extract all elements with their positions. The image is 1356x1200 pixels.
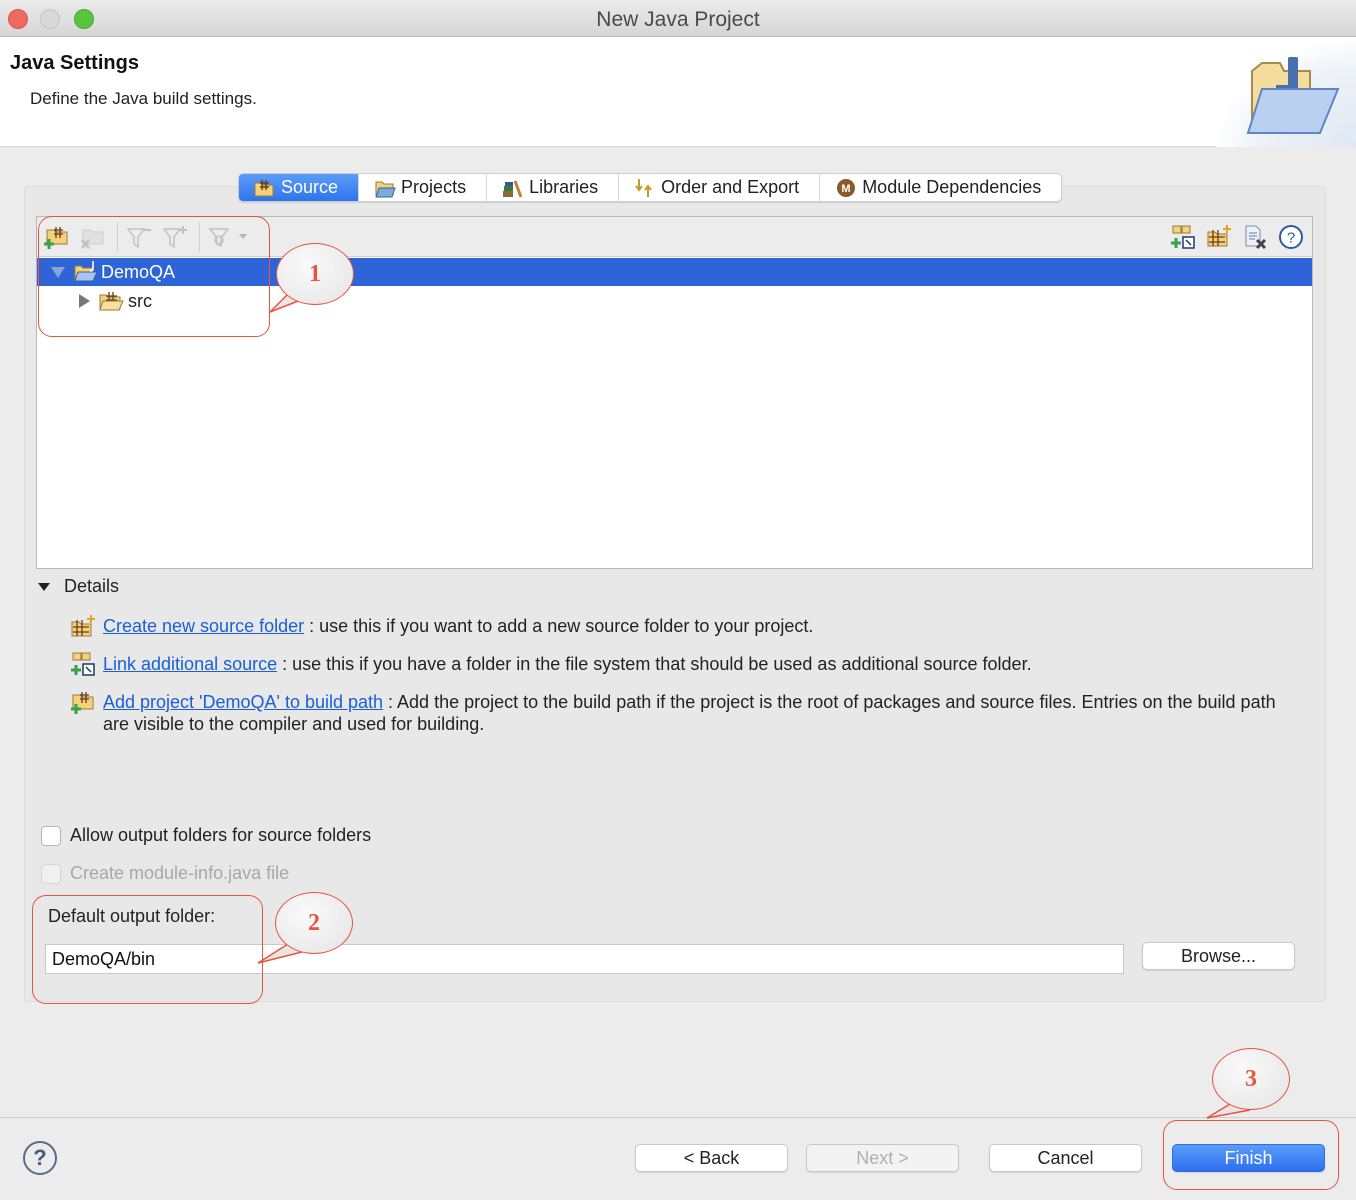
page-description: Define the Java build settings. <box>30 89 257 108</box>
allow-output-folders-option[interactable]: Allow output folders for source folders <box>41 825 371 846</box>
configure-button[interactable] <box>207 223 251 251</box>
add-project-to-build-path-link[interactable]: Add project 'DemoQA' to build path <box>103 692 383 712</box>
link-source-button[interactable] <box>1169 223 1197 251</box>
package-folder-icon <box>99 292 124 311</box>
create-module-info-checkbox <box>41 863 61 884</box>
order-export-icon <box>635 178 652 197</box>
tab-projects-label: Projects <box>401 177 467 197</box>
tab-projects[interactable]: Projects <box>359 174 488 201</box>
collapse-arrow-icon[interactable] <box>51 266 65 278</box>
remove-source-folder-button[interactable] <box>79 223 107 251</box>
detail-add-project-to-build-path: Add project 'DemoQA' to build path : Add… <box>70 691 1303 735</box>
add-source-folder-icon <box>71 692 94 714</box>
projects-icon <box>375 181 396 197</box>
add-source-folder-icon <box>44 227 68 249</box>
configure-icon <box>208 228 247 248</box>
svg-text:M: M <box>842 183 851 195</box>
remove-entry-icon <box>1245 225 1267 250</box>
help-button[interactable]: ? <box>23 1141 57 1175</box>
footer-divider <box>0 1117 1356 1118</box>
tab-libraries-label: Libraries <box>529 177 599 197</box>
tree-item-src[interactable]: src <box>37 287 1312 315</box>
wizard-header: Java Settings Define the Java build sett… <box>0 37 1356 147</box>
title-bar: New Java Project <box>0 0 1356 37</box>
disclosure-triangle-icon <box>38 582 50 591</box>
annotation-bubble-3: 3 <box>1212 1048 1290 1110</box>
tab-source[interactable]: Source <box>239 174 360 201</box>
allow-output-folders-checkbox[interactable] <box>41 825 61 846</box>
details-label: Details <box>64 576 120 596</box>
toolbar-separator <box>117 222 118 252</box>
java-project-icon <box>74 261 98 282</box>
module-icon: M <box>837 178 856 197</box>
tree-item-demoqa[interactable]: DemoQA <box>37 258 1312 286</box>
tab-order-export[interactable]: Order and Export <box>619 174 821 201</box>
create-new-source-folder-link[interactable]: Create new source folder <box>103 616 304 636</box>
tab-libraries[interactable]: Libraries <box>487 174 620 201</box>
create-source-folder-icon <box>1207 225 1231 247</box>
inclusion-filter-icon <box>162 226 187 249</box>
tab-bar: Source Projects Libraries Order and Expo… <box>238 173 1063 202</box>
create-module-info-label: Create module-info.java file <box>70 863 290 883</box>
tab-module-dependencies[interactable]: M Module Dependencies <box>820 174 1061 201</box>
create-source-folder-button[interactable] <box>1205 223 1233 251</box>
remove-entry-button[interactable] <box>1241 223 1269 251</box>
annotation-bubble-2: 2 <box>275 892 353 954</box>
default-output-folder-input[interactable] <box>45 944 1124 974</box>
link-source-icon <box>71 652 95 676</box>
details-toggle[interactable]: Details <box>38 576 119 597</box>
link-additional-source-link[interactable]: Link additional source <box>103 654 277 674</box>
inclusion-filter-button[interactable] <box>161 223 189 251</box>
tree-item-label: src <box>128 290 152 311</box>
back-button[interactable]: < Back <box>635 1144 788 1172</box>
remove-source-folder-icon <box>81 229 104 249</box>
tree-item-label: DemoQA <box>101 261 176 282</box>
detail-create-source-folder: Create new source folder : use this if y… <box>70 615 1303 637</box>
folder-wizard-icon <box>1246 57 1340 134</box>
detail-description: : use this if you want to add a new sour… <box>304 616 814 636</box>
tab-order-export-label: Order and Export <box>661 177 800 197</box>
cancel-button[interactable]: Cancel <box>989 1144 1142 1172</box>
source-tree[interactable]: ? DemoQA src <box>36 216 1313 569</box>
tab-source-label: Source <box>281 177 339 197</box>
browse-button[interactable]: Browse... <box>1142 942 1295 970</box>
link-source-icon <box>1171 225 1195 249</box>
svg-text:?: ? <box>1287 230 1295 247</box>
tab-module-dependencies-label: Module Dependencies <box>862 177 1042 197</box>
source-folder-icon <box>254 179 274 196</box>
finish-button[interactable]: Finish <box>1172 1144 1325 1172</box>
allow-output-folders-label: Allow output folders for source folders <box>70 825 372 845</box>
page-title: Java Settings <box>10 52 139 74</box>
annotation-bubble-1: 1 <box>276 243 354 305</box>
libraries-icon <box>503 179 523 198</box>
create-source-folder-icon <box>71 615 95 637</box>
default-output-folder-label: Default output folder: <box>48 906 216 926</box>
expand-arrow-icon[interactable] <box>79 294 90 308</box>
create-module-info-option: Create module-info.java file <box>41 863 289 884</box>
add-source-folder-button[interactable] <box>43 223 71 251</box>
tree-toolbar: ? <box>37 217 1312 257</box>
help-icon: ? <box>33 1145 47 1170</box>
next-button: Next > <box>806 1144 959 1172</box>
window-title: New Java Project <box>596 8 760 31</box>
help-button[interactable]: ? <box>1277 223 1305 251</box>
help-icon: ? <box>1279 225 1303 249</box>
toolbar-separator <box>199 222 200 252</box>
detail-link-additional-source: Link additional source : use this if you… <box>70 652 1303 676</box>
exclusion-filter-icon <box>126 228 151 249</box>
exclusion-filter-button[interactable] <box>125 223 153 251</box>
detail-description: : use this if you have a folder in the f… <box>277 654 1032 674</box>
